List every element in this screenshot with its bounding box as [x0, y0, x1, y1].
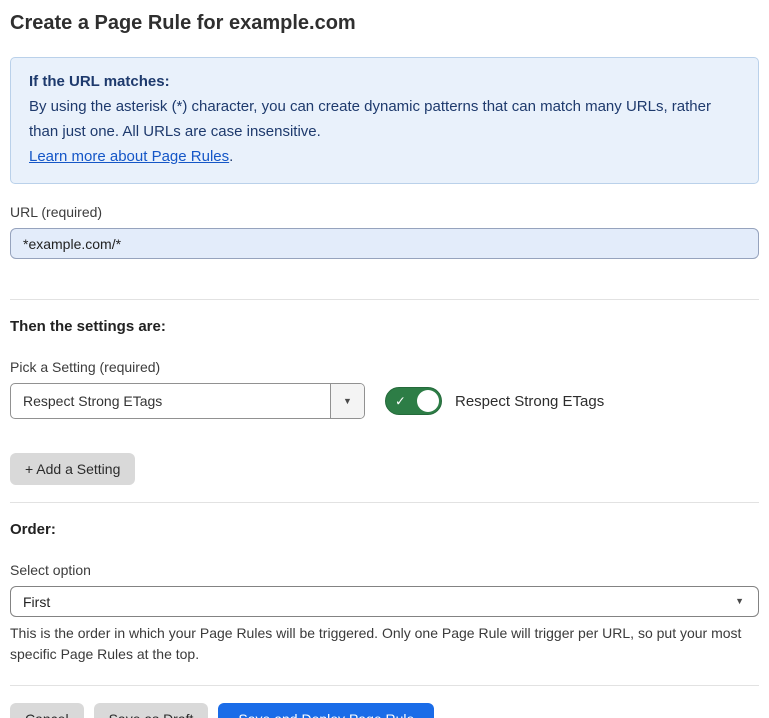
url-match-info-box: If the URL matches: By using the asteris…: [10, 57, 759, 184]
respect-strong-etags-toggle[interactable]: ✓: [385, 387, 442, 415]
info-box-heading: If the URL matches:: [29, 70, 740, 94]
footer-buttons: Cancel Save as Draft Save and Deploy Pag…: [10, 703, 759, 718]
order-help-text: This is the order in which your Page Rul…: [10, 623, 750, 665]
create-page-rule-panel: Create a Page Rule for example.com If th…: [0, 0, 769, 718]
info-box-link-line: Learn more about Page Rules.: [29, 144, 740, 169]
toggle-knob: [417, 390, 439, 412]
section-divider: [10, 299, 759, 300]
dropdown-arrow-icon: ▼: [343, 397, 352, 406]
info-box-body: By using the asterisk (*) character, you…: [29, 94, 740, 144]
link-period: .: [229, 148, 233, 165]
url-field-label: URL (required): [10, 204, 759, 220]
page-title: Create a Page Rule for example.com: [10, 10, 759, 36]
check-icon: ✓: [395, 395, 406, 408]
setting-select[interactable]: Respect Strong ETags ▼: [10, 383, 365, 419]
order-section-heading: Order:: [10, 521, 759, 538]
cancel-button[interactable]: Cancel: [10, 703, 84, 718]
url-input[interactable]: [10, 228, 759, 259]
toggle-label: Respect Strong ETags: [455, 393, 604, 410]
save-draft-button[interactable]: Save as Draft: [94, 703, 209, 718]
order-select[interactable]: First ▼: [10, 586, 759, 617]
dropdown-arrow-icon: ▼: [735, 597, 744, 606]
setting-select-value: Respect Strong ETags: [11, 384, 330, 418]
settings-section-heading: Then the settings are:: [10, 318, 759, 335]
setting-row: Respect Strong ETags ▼ ✓ Respect Strong …: [10, 383, 759, 419]
section-divider: [10, 502, 759, 503]
pick-setting-label: Pick a Setting (required): [10, 359, 759, 375]
select-option-label: Select option: [10, 562, 759, 578]
learn-more-link[interactable]: Learn more about Page Rules: [29, 148, 229, 165]
order-select-value: First: [23, 594, 50, 610]
footer-divider: [10, 685, 759, 686]
save-deploy-button[interactable]: Save and Deploy Page Rule: [218, 703, 434, 718]
setting-select-arrow-button[interactable]: ▼: [330, 384, 364, 418]
add-setting-button[interactable]: + Add a Setting: [10, 453, 135, 485]
